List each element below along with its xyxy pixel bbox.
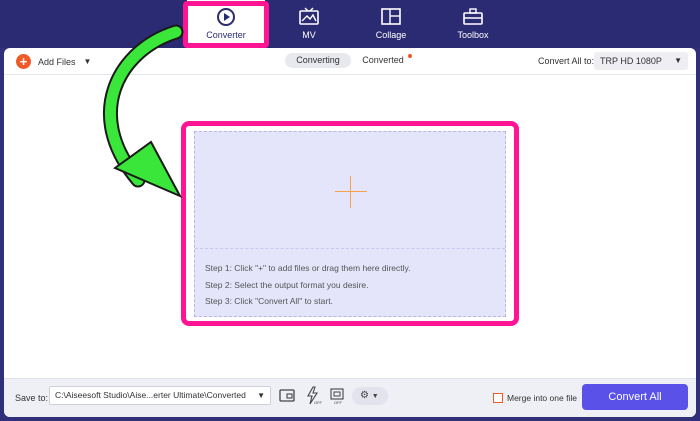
new-badge [408, 54, 412, 58]
folder-icon[interactable] [278, 386, 296, 405]
add-files-label: Add Files [38, 56, 76, 67]
chevron-down-icon[interactable]: ▼ [257, 387, 265, 404]
tab-converting-label: Converting [296, 55, 340, 65]
add-icon: + [16, 54, 31, 69]
convert-all-to-label: Convert All to: [538, 56, 595, 66]
step-2: Step 2: Select the output format you des… [205, 280, 369, 290]
format-value: TRP HD 1080P [600, 56, 662, 66]
tab-mv[interactable]: MV [270, 0, 348, 46]
gpu-off-icon[interactable]: OFF [328, 386, 346, 405]
add-files-button[interactable]: + Add Files ▼ [16, 53, 91, 70]
convert-all-button[interactable]: Convert All [582, 384, 688, 410]
tab-toolbox-label: Toolbox [457, 30, 489, 40]
add-plus-icon[interactable] [335, 191, 367, 192]
tab-converted-label: Converted [362, 55, 404, 65]
tab-converting[interactable]: Converting [285, 53, 351, 68]
svg-text:OFF: OFF [314, 400, 322, 405]
dropzone-divider [195, 248, 505, 249]
collage-icon [381, 8, 401, 25]
mv-icon [299, 7, 319, 25]
tab-toolbox[interactable]: Toolbox [434, 0, 512, 46]
toolbox-icon [463, 8, 483, 25]
chevron-down-icon: ▼ [371, 393, 379, 400]
format-select[interactable]: TRP HD 1080P ▼ [594, 52, 688, 70]
merge-checkbox[interactable]: Merge into one file [493, 393, 577, 403]
merge-label: Merge into one file [507, 393, 577, 403]
annotation-arrow-icon [103, 24, 184, 199]
hardware-acceleration-off-icon[interactable]: OFF [304, 386, 322, 405]
save-path-field[interactable]: C:\Aiseesoft Studio\Aise...erter Ultimat… [49, 386, 271, 405]
save-path-value: C:\Aiseesoft Studio\Aise...erter Ultimat… [55, 390, 246, 400]
step-3: Step 3: Click "Convert All" to start. [205, 296, 333, 306]
tab-collage[interactable]: Collage [352, 0, 430, 46]
gear-icon: ⚙ [360, 390, 369, 401]
bottom-bar: Save to: C:\Aiseesoft Studio\Aise...erte… [4, 378, 696, 417]
drop-zone[interactable]: Step 1: Click "+" to add files or drag t… [194, 131, 506, 317]
tab-mv-label: MV [302, 30, 316, 40]
settings-button[interactable]: ⚙ ▼ [352, 387, 388, 405]
svg-text:OFF: OFF [334, 400, 343, 405]
tab-converted[interactable]: Converted [360, 53, 412, 68]
step-1: Step 1: Click "+" to add files or drag t… [205, 263, 411, 273]
chevron-down-icon: ▼ [674, 56, 682, 65]
tab-collage-label: Collage [375, 30, 407, 40]
add-plus-icon-vertical[interactable] [350, 176, 351, 208]
save-to-label: Save to: [15, 393, 49, 403]
checkbox-icon[interactable] [493, 393, 503, 403]
